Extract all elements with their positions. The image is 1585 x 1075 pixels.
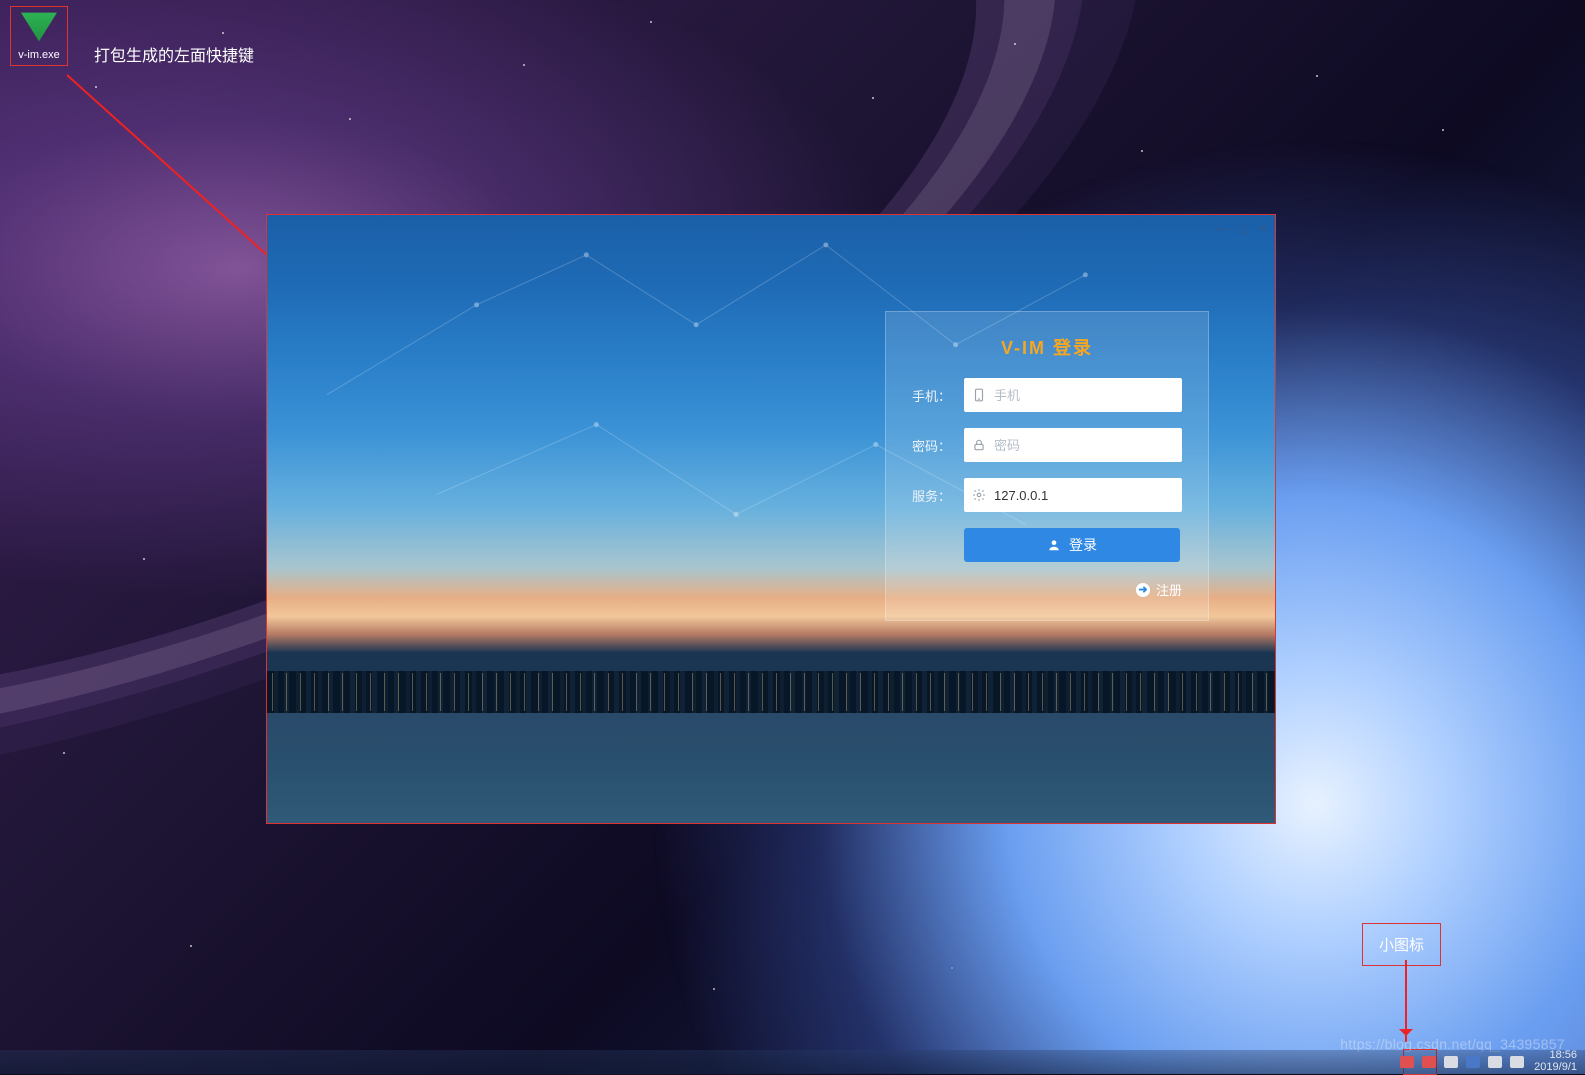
skyline-graphic [267, 633, 1275, 823]
system-tray[interactable] [1400, 1056, 1524, 1068]
taskbar-clock[interactable]: 18:56 2019/9/1 [1534, 1050, 1577, 1073]
taskbar: 18:56 2019/9/1 [0, 1050, 1585, 1074]
window-minimize[interactable]: — [1215, 221, 1228, 236]
lock-icon [964, 438, 994, 452]
annotation-shortcut: 打包生成的左面快捷键 [94, 42, 254, 66]
register-link[interactable]: ➜ 注册 [912, 580, 1182, 599]
login-button-label: 登录 [1069, 535, 1097, 555]
user-icon [1047, 538, 1061, 552]
tray-icon[interactable] [1488, 1056, 1502, 1068]
desktop-shortcut[interactable]: v-im.exe [10, 6, 68, 66]
window-controls: — □ × [1215, 221, 1267, 236]
phone-label: 手机： [912, 386, 964, 405]
window-maximize[interactable]: □ [1240, 221, 1248, 236]
tray-icon[interactable] [1466, 1056, 1480, 1068]
phone-input[interactable] [994, 378, 1182, 412]
window-close[interactable]: × [1259, 221, 1267, 236]
password-row: 密码： [912, 428, 1182, 462]
server-row: 服务： [912, 478, 1182, 512]
server-input[interactable] [994, 478, 1182, 512]
phone-row: 手机： [912, 378, 1182, 412]
app-icon [19, 9, 59, 45]
login-button[interactable]: 登录 [964, 528, 1180, 562]
register-label: 注册 [1156, 580, 1182, 599]
phone-icon [964, 388, 994, 402]
shortcut-label: v-im.exe [11, 49, 67, 61]
annotation-arrow-tray [1405, 960, 1407, 1042]
clock-date: 2019/9/1 [1534, 1062, 1577, 1074]
annotation-small-icon: 小图标 [1362, 923, 1441, 966]
tray-icon[interactable] [1444, 1056, 1458, 1068]
gear-icon [964, 488, 994, 502]
tray-icon[interactable] [1422, 1056, 1436, 1068]
password-input[interactable] [994, 428, 1182, 462]
tray-icon[interactable] [1400, 1056, 1414, 1068]
password-label: 密码： [912, 436, 964, 455]
plus-icon: ➜ [1136, 583, 1150, 597]
tray-icon[interactable] [1510, 1056, 1524, 1068]
login-title: V-IM 登录 [912, 334, 1182, 360]
server-label: 服务： [912, 486, 964, 505]
login-panel: V-IM 登录 手机： 密码： 服务： [885, 311, 1209, 621]
app-window: — □ × V-IM 登录 手机： 密码： 服务： [266, 214, 1276, 824]
